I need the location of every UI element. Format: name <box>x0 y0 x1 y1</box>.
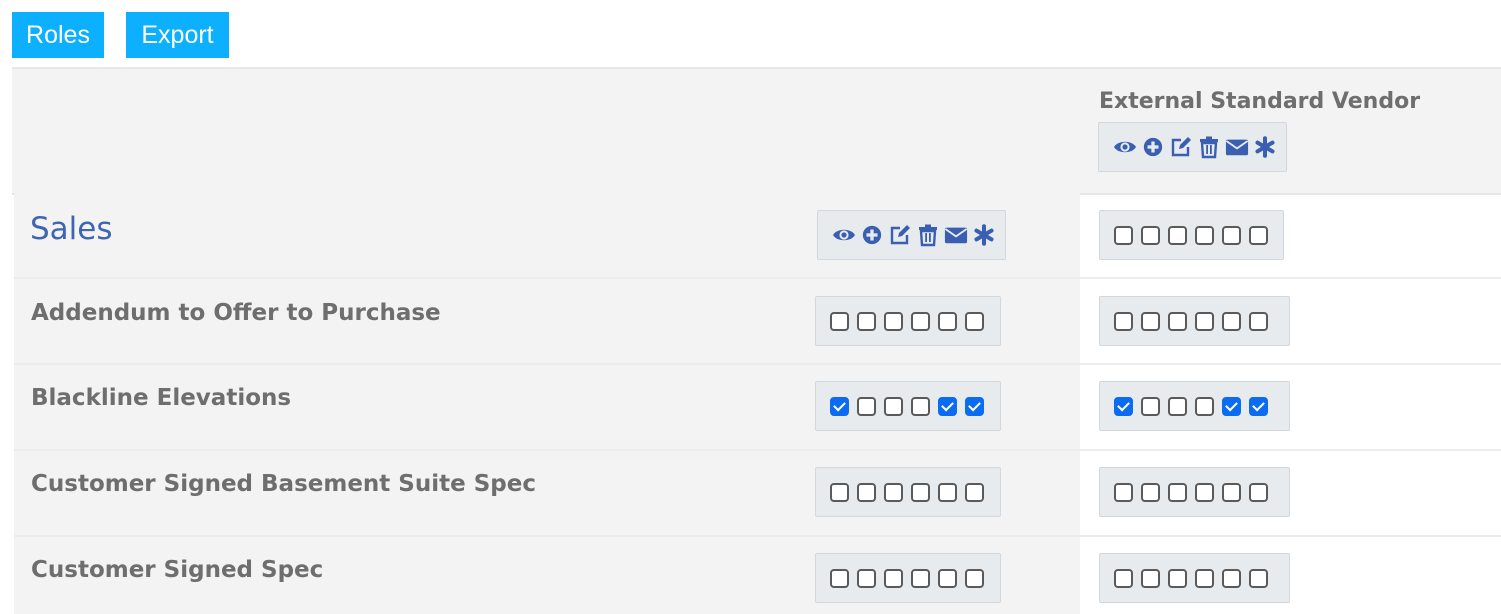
permission-checkbox[interactable] <box>857 482 876 502</box>
permission-checkbox[interactable] <box>1141 482 1160 502</box>
asterisk-icon <box>972 223 996 247</box>
permission-checkbox[interactable] <box>911 311 930 331</box>
row-label: Addendum to Offer to Purchase <box>31 300 441 326</box>
section-permission-icons <box>817 210 1006 260</box>
row-permission-checkboxes <box>815 553 1001 603</box>
row-permission-checkboxes <box>1099 381 1290 431</box>
permission-checkbox[interactable] <box>1168 311 1187 331</box>
row-permission-checkboxes <box>1099 296 1290 346</box>
permission-checkbox[interactable] <box>965 311 984 331</box>
permission-checkbox[interactable] <box>857 311 876 331</box>
row-permission-checkboxes <box>815 296 1001 346</box>
permission-checkbox[interactable] <box>1168 568 1187 588</box>
permission-checkbox[interactable] <box>1195 311 1214 331</box>
permission-checkbox[interactable] <box>1222 396 1241 416</box>
permission-checkbox[interactable] <box>965 482 984 502</box>
permission-checkbox[interactable] <box>911 482 930 502</box>
permission-checkbox[interactable] <box>1249 482 1268 502</box>
export-button[interactable]: Export <box>126 12 229 58</box>
permission-checkbox[interactable] <box>1222 568 1241 588</box>
edit-icon <box>1169 135 1193 159</box>
permission-checkbox[interactable] <box>884 311 903 331</box>
row-label: Customer Signed Basement Suite Spec <box>31 471 536 497</box>
eye-icon <box>832 223 856 247</box>
trash-icon <box>916 223 940 247</box>
row-divider <box>14 363 1501 365</box>
permission-checkbox[interactable] <box>884 396 903 416</box>
edit-icon <box>888 223 912 247</box>
permission-checkbox[interactable] <box>965 396 984 416</box>
permission-checkbox[interactable] <box>1249 225 1268 245</box>
row-divider <box>14 535 1501 537</box>
permission-checkbox[interactable] <box>1249 311 1268 331</box>
permission-checkbox[interactable] <box>1249 396 1268 416</box>
section-title-sales: Sales <box>30 211 113 247</box>
permission-checkbox[interactable] <box>938 482 957 502</box>
row-permission-checkboxes <box>1099 553 1290 603</box>
header-permission-icons <box>1098 122 1287 172</box>
permission-checkbox[interactable] <box>1168 482 1187 502</box>
permission-checkbox[interactable] <box>938 311 957 331</box>
permission-checkbox[interactable] <box>1222 225 1241 245</box>
row-permission-checkboxes <box>815 467 1001 517</box>
row-divider <box>14 449 1501 451</box>
permission-checkbox[interactable] <box>1141 568 1160 588</box>
permission-checkbox[interactable] <box>884 482 903 502</box>
permission-checkbox[interactable] <box>1195 568 1214 588</box>
permission-checkbox[interactable] <box>938 568 957 588</box>
permission-checkbox[interactable] <box>857 396 876 416</box>
permission-checkbox[interactable] <box>830 311 849 331</box>
permission-checkbox[interactable] <box>1114 396 1133 416</box>
permission-checkbox[interactable] <box>1222 311 1241 331</box>
permission-checkbox[interactable] <box>1141 225 1160 245</box>
permission-checkbox[interactable] <box>1114 482 1133 502</box>
envelope-icon <box>1225 135 1249 159</box>
plus-circle-icon <box>860 223 884 247</box>
row-label: Customer Signed Spec <box>31 557 324 583</box>
permission-checkbox[interactable] <box>1222 482 1241 502</box>
permission-checkbox[interactable] <box>884 568 903 588</box>
permission-checkbox[interactable] <box>857 568 876 588</box>
role-column-title: External Standard Vendor <box>1099 89 1421 114</box>
permission-checkbox[interactable] <box>830 396 849 416</box>
row-divider <box>14 277 1501 279</box>
permission-checkbox[interactable] <box>1249 568 1268 588</box>
permission-checkbox[interactable] <box>1114 311 1133 331</box>
permission-checkbox[interactable] <box>1114 225 1133 245</box>
permission-checkbox[interactable] <box>1114 568 1133 588</box>
envelope-icon <box>944 223 968 247</box>
permission-checkbox[interactable] <box>1141 311 1160 331</box>
permission-checkbox[interactable] <box>830 482 849 502</box>
asterisk-icon <box>1253 135 1277 159</box>
permission-checkbox[interactable] <box>911 396 930 416</box>
permission-checkbox[interactable] <box>965 568 984 588</box>
permission-checkbox[interactable] <box>1168 396 1187 416</box>
trash-icon <box>1197 135 1221 159</box>
permission-checkbox[interactable] <box>938 396 957 416</box>
row-permission-checkboxes <box>815 381 1001 431</box>
row-label: Blackline Elevations <box>31 385 292 411</box>
roles-button[interactable]: Roles <box>12 12 104 58</box>
row-permission-checkboxes <box>1099 467 1290 517</box>
sales-permission-checkboxes <box>1099 210 1284 260</box>
permission-checkbox[interactable] <box>1195 482 1214 502</box>
permission-checkbox[interactable] <box>911 568 930 588</box>
permission-checkbox[interactable] <box>1195 396 1214 416</box>
permission-checkbox[interactable] <box>1168 225 1187 245</box>
permission-checkbox[interactable] <box>830 568 849 588</box>
plus-circle-icon <box>1141 135 1165 159</box>
eye-icon <box>1113 135 1137 159</box>
permission-checkbox[interactable] <box>1195 225 1214 245</box>
permission-checkbox[interactable] <box>1141 396 1160 416</box>
